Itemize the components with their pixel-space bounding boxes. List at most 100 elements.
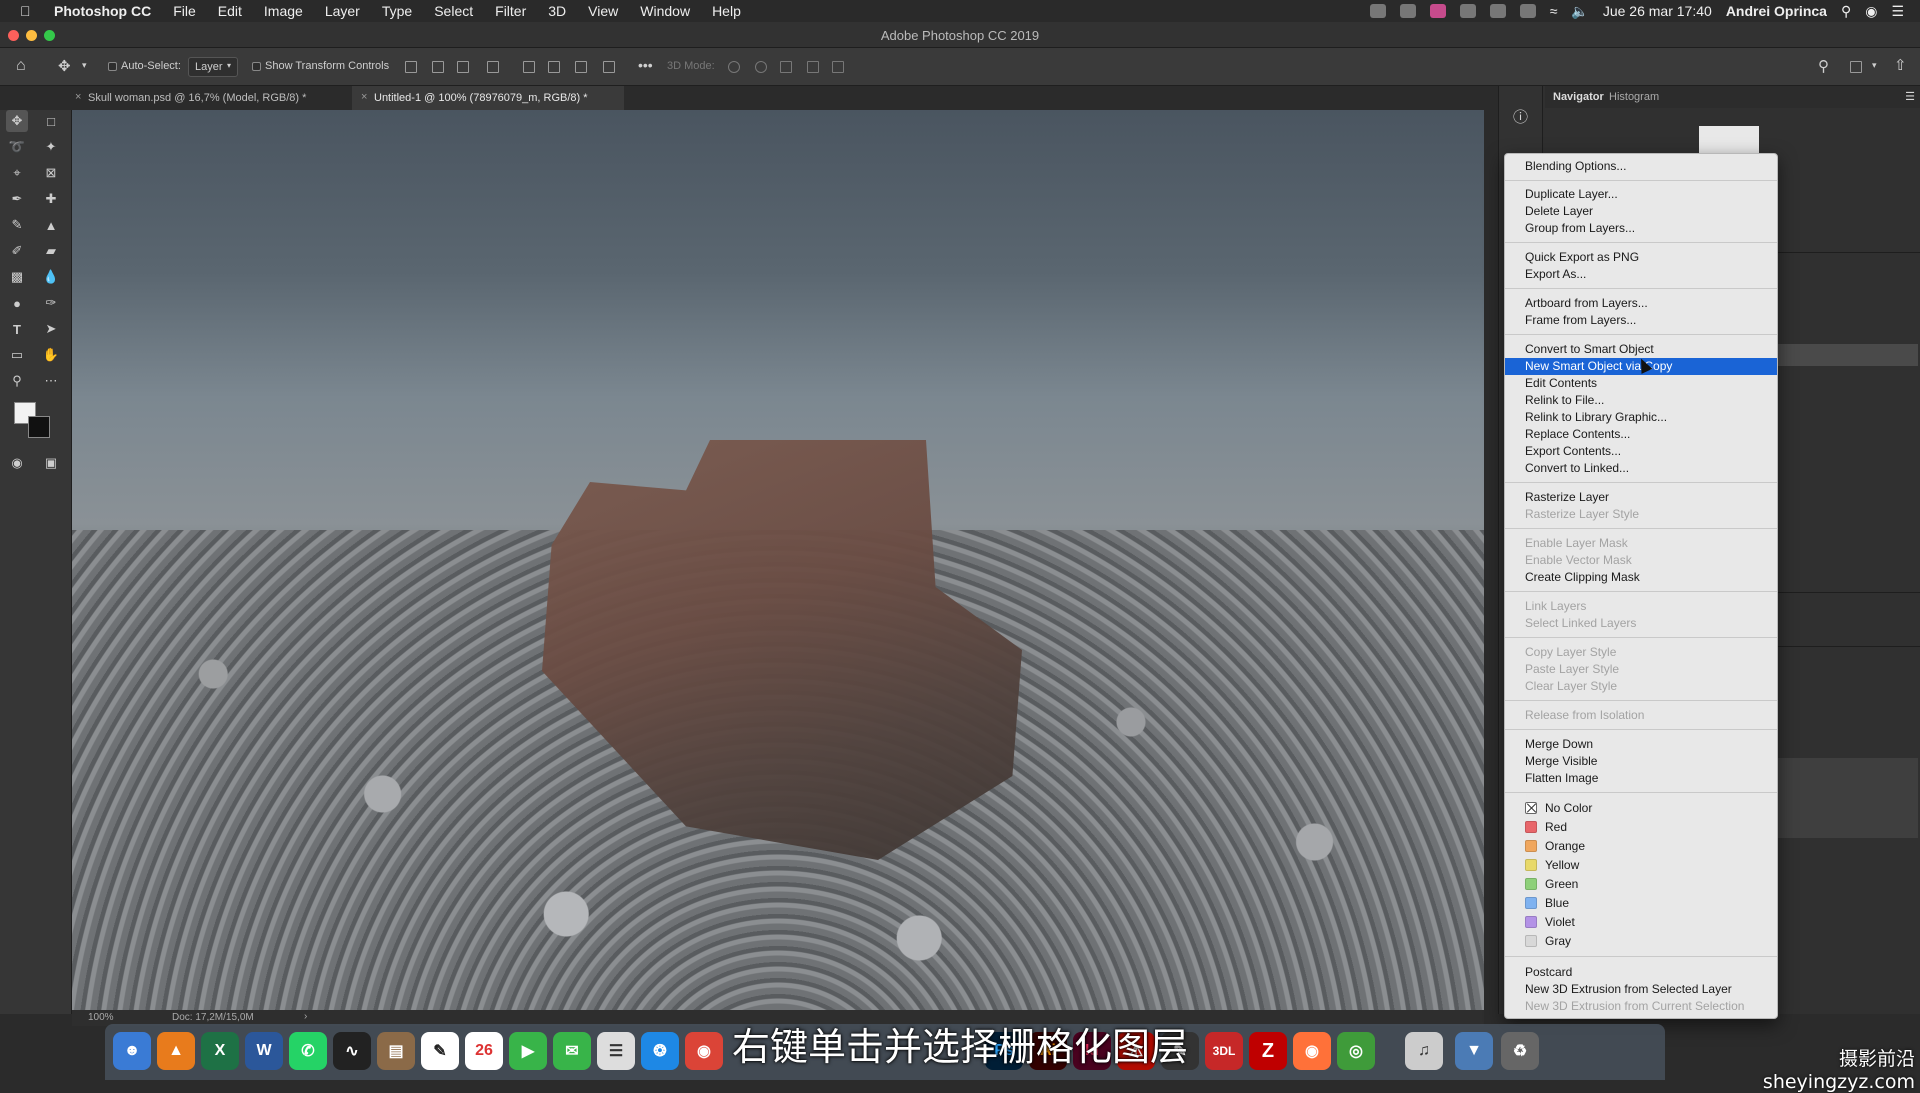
path-selection-tool-button[interactable]: ➤ — [40, 318, 62, 340]
document-canvas[interactable] — [72, 110, 1484, 1010]
more-options-icon[interactable]: ••• — [638, 57, 653, 73]
wifi-icon[interactable]: ≈ — [1550, 3, 1558, 19]
menu-3d[interactable]: 3D — [548, 3, 566, 19]
tool-preset-chevron-down-icon[interactable]: ▾ — [82, 60, 87, 71]
menu-layer[interactable]: Layer — [325, 3, 360, 19]
info-icon[interactable]: ⓘ — [1513, 106, 1528, 127]
tab-navigator[interactable]: Navigator — [1553, 91, 1604, 103]
layer-rows[interactable] — [1776, 758, 1918, 838]
align-right-icon[interactable] — [457, 61, 469, 73]
menu-filter[interactable]: Filter — [495, 3, 526, 19]
workspace-icon[interactable] — [1850, 61, 1862, 73]
magic-wand-tool-button[interactable]: ✦ — [40, 136, 62, 158]
3d-roll-icon[interactable] — [755, 61, 767, 73]
menu-item-frame-from-layers[interactable]: Frame from Layers... — [1505, 312, 1777, 329]
healing-brush-tool-button[interactable]: ✚ — [40, 188, 62, 210]
pen-tool-button[interactable]: ✑ — [40, 292, 62, 314]
menu-item-flatten-image[interactable]: Flatten Image — [1505, 770, 1777, 787]
share-icon[interactable]: ⇧ — [1894, 56, 1907, 74]
menu-file[interactable]: File — [173, 3, 196, 19]
tab-untitled-1[interactable]: × Untitled-1 @ 100% (78976079_m, RGB/8) … — [352, 86, 624, 110]
shape-tool-button[interactable]: ▭ — [6, 344, 28, 366]
menu-item-color-red[interactable]: Red — [1505, 819, 1777, 836]
notification-center-icon[interactable]: ☰ — [1891, 3, 1904, 20]
panel-menu-icon[interactable]: ☰ — [1905, 90, 1915, 103]
menu-item-merge-down[interactable]: Merge Down — [1505, 736, 1777, 753]
3d-camera-icon[interactable] — [832, 61, 844, 73]
menu-item-rasterize-layer[interactable]: Rasterize Layer — [1505, 489, 1777, 506]
gradient-tool-button[interactable]: ▩ — [6, 266, 28, 288]
user-name[interactable]: Andrei Oprinca — [1726, 3, 1827, 19]
align-bottom-icon[interactable] — [575, 61, 587, 73]
marquee-tool-button[interactable]: □ — [40, 110, 62, 132]
3d-slide-icon[interactable] — [807, 61, 819, 73]
brush-tool-button[interactable]: ✎ — [6, 214, 28, 236]
auto-select-checkbox[interactable] — [108, 62, 117, 71]
home-icon[interactable]: ⌂ — [16, 57, 26, 75]
menu-item-convert-to-linked[interactable]: Convert to Linked... — [1505, 460, 1777, 477]
move-tool-button[interactable]: ✥ — [6, 110, 28, 132]
zoom-tool-button[interactable]: ⚲ — [6, 370, 28, 392]
stamp-tool-button[interactable]: ▲ — [40, 214, 62, 236]
history-brush-tool-button[interactable]: ✐ — [6, 240, 28, 262]
menu-item-new-3d-extrusion-selected-layer[interactable]: New 3D Extrusion from Selected Layer — [1505, 981, 1777, 998]
screen-mode-icon[interactable]: ▣ — [40, 452, 62, 474]
menu-item-delete-layer[interactable]: Delete Layer — [1505, 203, 1777, 220]
quick-mask-icon[interactable]: ◉ — [6, 452, 28, 474]
status-icon[interactable] — [1369, 4, 1386, 18]
menu-app-name[interactable]: Photoshop CC — [54, 3, 151, 19]
menu-view[interactable]: View — [588, 3, 618, 19]
siri-icon[interactable]: ◉ — [1865, 3, 1877, 20]
menu-item-color-violet[interactable]: Violet — [1505, 914, 1777, 931]
app-status-icon[interactable] — [1429, 4, 1446, 18]
menu-item-duplicate-layer[interactable]: Duplicate Layer... — [1505, 186, 1777, 203]
search-icon[interactable]: ⚲ — [1818, 57, 1829, 75]
menu-select[interactable]: Select — [434, 3, 473, 19]
menu-item-color-green[interactable]: Green — [1505, 876, 1777, 893]
spotlight-search-icon[interactable]: ⚲ — [1841, 3, 1851, 20]
dodge-tool-button[interactable]: ● — [6, 292, 28, 314]
move-tool-icon[interactable]: ✥ — [58, 57, 71, 75]
cloud-icon[interactable] — [1399, 4, 1416, 18]
menu-help[interactable]: Help — [712, 3, 741, 19]
volume-icon[interactable]: 🔈 — [1571, 3, 1588, 20]
menu-item-create-clipping-mask[interactable]: Create Clipping Mask — [1505, 569, 1777, 586]
menu-item-export-as[interactable]: Export As... — [1505, 266, 1777, 283]
menu-item-color-gray[interactable]: Gray — [1505, 933, 1777, 950]
menu-item-color-none[interactable]: No Color — [1505, 800, 1777, 817]
menu-item-color-blue[interactable]: Blue — [1505, 895, 1777, 912]
menu-type[interactable]: Type — [382, 3, 412, 19]
clock-text[interactable]: Jue 26 mar 17:40 — [1603, 3, 1712, 19]
eyedropper-tool-button[interactable]: ✒ — [6, 188, 28, 210]
align-center-icon[interactable] — [432, 61, 444, 73]
close-tab-icon[interactable]: × — [75, 91, 81, 103]
frame-tool-button[interactable]: ⊠ — [40, 162, 62, 184]
distribute-vertical-icon[interactable] — [603, 61, 615, 73]
menu-edit[interactable]: Edit — [218, 3, 242, 19]
distribute-icon[interactable] — [487, 61, 499, 73]
align-top-icon[interactable] — [523, 61, 535, 73]
3d-orbit-icon[interactable] — [728, 61, 740, 73]
menu-item-postcard[interactable]: Postcard — [1505, 964, 1777, 981]
blur-tool-button[interactable]: 💧 — [40, 266, 62, 288]
menu-window[interactable]: Window — [640, 3, 690, 19]
menu-item-color-orange[interactable]: Orange — [1505, 838, 1777, 855]
bluetooth-icon[interactable] — [1519, 4, 1536, 18]
workspace-chevron-down-icon[interactable]: ▾ — [1872, 60, 1877, 71]
crop-tool-button[interactable]: ⌖ — [6, 162, 28, 184]
menu-item-group-from-layers[interactable]: Group from Layers... — [1505, 220, 1777, 237]
tab-skull-woman[interactable]: × Skull woman.psd @ 16,7% (Model, RGB/8)… — [66, 86, 344, 110]
edit-toolbar-button[interactable]: ⋯ — [40, 370, 62, 392]
transform-controls-checkbox[interactable] — [252, 62, 261, 71]
menu-item-replace-contents[interactable]: Replace Contents... — [1505, 426, 1777, 443]
menu-item-relink-to-library-graphic[interactable]: Relink to Library Graphic... — [1505, 409, 1777, 426]
menu-item-export-contents[interactable]: Export Contents... — [1505, 443, 1777, 460]
menu-item-quick-export-png[interactable]: Quick Export as PNG — [1505, 249, 1777, 266]
menu-item-relink-to-file[interactable]: Relink to File... — [1505, 392, 1777, 409]
close-tab-icon[interactable]: × — [361, 91, 367, 103]
tab-histogram[interactable]: Histogram — [1609, 91, 1659, 103]
eraser-tool-button[interactable]: ▰ — [40, 240, 62, 262]
apple-logo-icon[interactable]:  — [20, 3, 40, 19]
menu-item-edit-contents[interactable]: Edit Contents — [1505, 375, 1777, 392]
align-middle-icon[interactable] — [548, 61, 560, 73]
